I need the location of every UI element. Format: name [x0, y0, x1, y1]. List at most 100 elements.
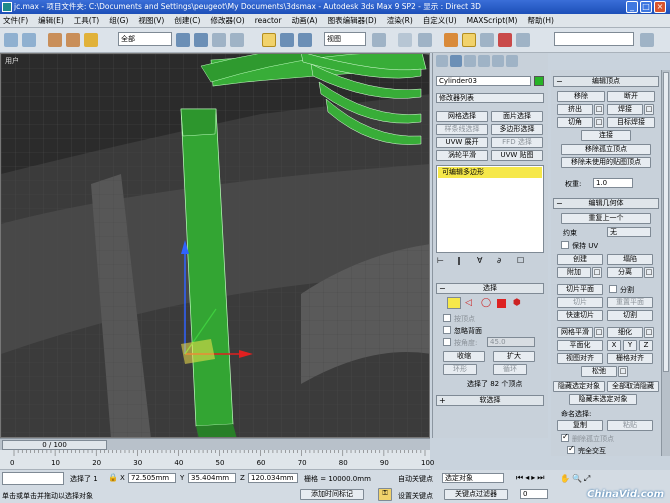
- by-angle-checkbox[interactable]: [443, 338, 451, 346]
- planar-z-button[interactable]: Z: [639, 340, 653, 351]
- spline-select-button[interactable]: 样条线选择: [436, 124, 488, 135]
- break-button[interactable]: 断开: [607, 91, 655, 102]
- attach-button[interactable]: 附加: [557, 267, 591, 278]
- playback-controls-icon[interactable]: ⏮◂▸⏭: [516, 473, 546, 483]
- weld-settings-button[interactable]: □: [644, 104, 654, 115]
- connect-button[interactable]: 连接: [581, 130, 631, 141]
- paste-button[interactable]: 粘贴: [607, 420, 653, 431]
- snap-toggle-icon[interactable]: [444, 33, 458, 47]
- remove-modifier-icon[interactable]: ∂: [497, 256, 501, 265]
- collapse-button[interactable]: 塌陷: [607, 254, 653, 265]
- ignore-backfacing-checkbox[interactable]: [443, 326, 451, 334]
- select-rollout-header[interactable]: − 选择: [436, 283, 544, 294]
- angle-spinner[interactable]: 45.0: [487, 337, 535, 347]
- full-interactivity-checkbox[interactable]: [567, 444, 575, 454]
- planar-y-button[interactable]: Y: [623, 340, 637, 351]
- pin-stack-icon[interactable]: ⊢: [437, 256, 444, 265]
- element-subobject-icon[interactable]: ⬢: [513, 298, 521, 308]
- meshsmooth-settings-button[interactable]: □: [594, 327, 604, 338]
- window-crossing-icon[interactable]: [230, 33, 244, 47]
- make-unique-icon[interactable]: ∀: [477, 256, 482, 265]
- y-coord-field[interactable]: 35.404mm: [188, 473, 236, 483]
- current-frame-field[interactable]: 0: [520, 489, 548, 499]
- select-by-name-icon[interactable]: [194, 33, 208, 47]
- menu-help[interactable]: 帮助(H): [527, 15, 554, 26]
- reset-plane-button[interactable]: 重置平面: [607, 297, 653, 308]
- relax-settings-button[interactable]: □: [618, 366, 628, 377]
- mirror-icon[interactable]: [516, 33, 530, 47]
- weight-spinner[interactable]: 1.0: [593, 178, 633, 188]
- polygon-subobject-icon[interactable]: [497, 299, 506, 308]
- menu-reactor[interactable]: reactor: [255, 16, 282, 25]
- tessellate-settings-button[interactable]: □: [644, 327, 654, 338]
- poly-select-button[interactable]: 多边形选择: [491, 124, 543, 135]
- selected-object-dropdown[interactable]: 选定对象: [442, 473, 504, 483]
- remove-unused-map-button[interactable]: 移除未使用的贴图顶点: [561, 157, 651, 168]
- menu-rendering[interactable]: 渲染(R): [387, 15, 413, 26]
- repeat-last-button[interactable]: 重复上一个: [561, 213, 651, 224]
- align-icon[interactable]: [640, 33, 654, 47]
- remove-button[interactable]: 移除: [557, 91, 605, 102]
- time-slider-track[interactable]: 0 / 100: [0, 438, 430, 450]
- x-coord-field[interactable]: 72.505mm: [128, 473, 176, 483]
- undo-icon[interactable]: [4, 33, 18, 47]
- by-vertex-checkbox[interactable]: [443, 314, 451, 322]
- ffd-select-button[interactable]: FFD 选择: [491, 137, 543, 148]
- show-end-result-icon[interactable]: ‖: [457, 256, 461, 265]
- attach-list-button[interactable]: □: [592, 267, 602, 278]
- add-time-tag-button[interactable]: 添加时间标记: [300, 489, 364, 500]
- scale-icon[interactable]: [298, 33, 312, 47]
- remove-isolated-button[interactable]: 移除孤立顶点: [561, 144, 651, 155]
- lock-selection-icon[interactable]: 🔒: [108, 473, 118, 482]
- constraint-dropdown[interactable]: 无: [607, 227, 651, 237]
- vertex-subobject-icon[interactable]: [447, 297, 461, 309]
- soft-selection-rollout-header[interactable]: + 软选择: [436, 395, 544, 406]
- set-key-icon[interactable]: ⚿: [378, 488, 392, 501]
- copy-button[interactable]: 复制: [557, 420, 603, 431]
- weld-button[interactable]: 焊接: [607, 104, 643, 115]
- delete-isolated-checkbox[interactable]: [561, 432, 569, 442]
- viewport-navigation-icon[interactable]: ✋🔍⤢: [560, 474, 592, 484]
- maxscript-listener[interactable]: [2, 472, 64, 485]
- time-slider[interactable]: 0 / 100: [2, 440, 107, 450]
- grow-button[interactable]: 扩大: [493, 351, 535, 362]
- hide-unselected-button[interactable]: 隐藏未选定对象: [569, 394, 637, 405]
- detach-button[interactable]: 分离: [607, 267, 643, 278]
- track-bar[interactable]: 0 10 20 30 40 50 60 70 80 90 100: [0, 450, 434, 470]
- uvw-map-button[interactable]: UVW 贴图: [491, 150, 543, 161]
- percent-snap-icon[interactable]: [480, 33, 494, 47]
- object-color-swatch[interactable]: [534, 76, 544, 86]
- minimize-button[interactable]: _: [626, 1, 638, 13]
- menu-edit[interactable]: 编辑(E): [38, 15, 64, 26]
- menu-file[interactable]: 文件(F): [3, 15, 28, 26]
- patch-select-button[interactable]: 面片选择: [491, 111, 543, 122]
- turbosmooth-button[interactable]: 涡轮平滑: [436, 150, 488, 161]
- chamfer-settings-button[interactable]: □: [594, 117, 604, 128]
- extrude-settings-button[interactable]: □: [594, 104, 604, 115]
- hide-selected-button[interactable]: 隐藏选定对象: [553, 381, 605, 392]
- keyboard-shortcut-icon[interactable]: [418, 33, 432, 47]
- spinner-snap-icon[interactable]: [498, 33, 512, 47]
- selection-filter-dropdown[interactable]: 全部: [118, 32, 172, 46]
- hierarchy-tab-icon[interactable]: [464, 55, 476, 67]
- menu-customize[interactable]: 自定义(U): [423, 15, 457, 26]
- chamfer-button[interactable]: 切角: [557, 117, 593, 128]
- object-name-field[interactable]: Cylinder03: [436, 76, 531, 86]
- preserve-uv-checkbox[interactable]: [561, 241, 569, 249]
- menu-modifiers[interactable]: 修改器(O): [210, 15, 244, 26]
- slice-button[interactable]: 切片: [557, 297, 603, 308]
- edit-vertices-rollout-header[interactable]: − 编辑顶点: [553, 76, 659, 87]
- create-tab-icon[interactable]: [436, 55, 448, 67]
- display-tab-icon[interactable]: [492, 55, 504, 67]
- pivot-center-icon[interactable]: [372, 33, 386, 47]
- select-link-icon[interactable]: [48, 33, 62, 47]
- bind-space-warp-icon[interactable]: [84, 33, 98, 47]
- shrink-button[interactable]: 收缩: [443, 351, 485, 362]
- viewport-user[interactable]: 用户: [0, 53, 430, 438]
- menu-graph-editors[interactable]: 图表编辑器(D): [328, 15, 377, 26]
- extrude-button[interactable]: 挤出: [557, 104, 593, 115]
- select-object-icon[interactable]: [176, 33, 190, 47]
- rotate-icon[interactable]: [280, 33, 294, 47]
- quickslice-button[interactable]: 快速切片: [557, 310, 603, 321]
- maximize-button[interactable]: □: [640, 1, 652, 13]
